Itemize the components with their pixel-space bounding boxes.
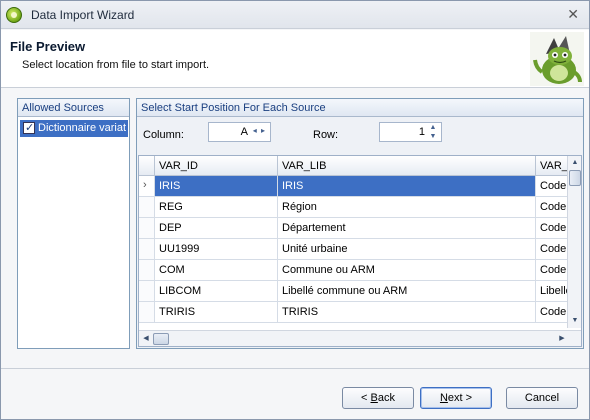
horizontal-scroll-thumb[interactable]: [153, 333, 169, 345]
next-button[interactable]: Next >: [420, 387, 492, 409]
wizard-window: Data Import Wizard ✕ File Preview Select…: [0, 0, 590, 420]
row-header: [139, 197, 155, 218]
table-cell[interactable]: TRIRIS: [278, 302, 536, 323]
table-cell[interactable]: Code: [536, 176, 569, 197]
row-header: [139, 302, 155, 323]
footer-separator: [1, 368, 589, 369]
vertical-scrollbar[interactable]: ▲ ▼: [567, 156, 581, 328]
allowed-sources-panel: Allowed Sources Dictionnaire variat: [17, 98, 130, 349]
grid-corner: [139, 156, 155, 176]
table-cell[interactable]: TRIRIS: [155, 302, 278, 323]
source-checkbox[interactable]: [23, 121, 35, 134]
table-cell[interactable]: Code: [536, 260, 569, 281]
table-cell[interactable]: Code: [536, 197, 569, 218]
row-indicator-icon: ›: [139, 176, 155, 197]
row-header: [139, 218, 155, 239]
back-button-prefix: <: [361, 392, 371, 404]
next-button-label: ext >: [447, 392, 473, 404]
table-cell[interactable]: DEP: [155, 218, 278, 239]
row-value: 1: [418, 126, 425, 138]
row-header: [139, 281, 155, 302]
table-cell[interactable]: Code: [536, 239, 569, 260]
allowed-sources-heading: Allowed Sources: [18, 99, 129, 117]
table-cell[interactable]: Libellé commune ou ARM: [278, 281, 536, 302]
table-cell[interactable]: LIBCOM: [155, 281, 278, 302]
cancel-button[interactable]: Cancel: [506, 387, 578, 409]
scroll-right-icon[interactable]: ▶: [556, 333, 568, 345]
page-subtitle: Select location from file to start impor…: [22, 59, 210, 71]
start-position-heading: Select Start Position For Each Source: [137, 99, 583, 117]
page-title: File Preview: [10, 39, 86, 54]
table-cell[interactable]: Région: [278, 197, 536, 218]
table-row[interactable]: DEP Département Code: [139, 218, 569, 239]
back-button-mnemonic: B: [370, 392, 378, 404]
table-cell[interactable]: IRIS: [278, 176, 536, 197]
table-cell[interactable]: Unité urbaine: [278, 239, 536, 260]
row-spinner[interactable]: 1 ▲ ▼: [379, 122, 442, 142]
table-row[interactable]: TRIRIS TRIRIS Code: [139, 302, 569, 323]
mascot-illustration: [530, 32, 584, 86]
column-spinner[interactable]: A ◂ ▸: [208, 122, 271, 142]
table-row[interactable]: REG Région Code: [139, 197, 569, 218]
row-header: [139, 239, 155, 260]
scroll-left-icon[interactable]: ◀: [140, 333, 152, 345]
table-cell[interactable]: UU1999: [155, 239, 278, 260]
window-title: Data Import Wizard: [31, 8, 135, 22]
table-row[interactable]: COM Commune ou ARM Code: [139, 260, 569, 281]
vertical-scroll-thumb[interactable]: [569, 170, 581, 186]
column-arrows-icon[interactable]: ◂ ▸: [253, 126, 266, 135]
horizontal-scrollbar[interactable]: ◀ ▶: [139, 330, 581, 346]
table-cell[interactable]: Département: [278, 218, 536, 239]
next-button-mnemonic: N: [439, 392, 448, 404]
back-button[interactable]: < Back: [342, 387, 414, 409]
row-updown-icon[interactable]: ▲ ▼: [428, 123, 438, 141]
column-header[interactable]: VAR_LIB: [278, 156, 536, 176]
table-cell[interactable]: COM: [155, 260, 278, 281]
source-item-label: Dictionnaire variat: [38, 122, 127, 134]
row-header: [139, 260, 155, 281]
app-logo-icon: [6, 7, 22, 23]
column-label: Column:: [143, 129, 184, 141]
wizard-header: File Preview Select location from file t…: [1, 30, 589, 88]
scroll-down-icon[interactable]: ▼: [569, 315, 581, 327]
title-bar: Data Import Wizard ✕: [1, 1, 589, 29]
back-button-label: ack: [377, 392, 395, 404]
table-cell[interactable]: IRIS: [155, 176, 278, 197]
preview-grid[interactable]: VAR_ID VAR_LIB VAR_ › IRIS IRIS Code REG…: [138, 155, 582, 347]
table-cell[interactable]: Commune ou ARM: [278, 260, 536, 281]
table-row[interactable]: LIBCOM Libellé commune ou ARM Libellé: [139, 281, 569, 302]
scroll-up-icon[interactable]: ▲: [569, 157, 581, 169]
table-row[interactable]: › IRIS IRIS Code: [139, 176, 569, 197]
source-item[interactable]: Dictionnaire variat: [20, 120, 128, 137]
table-cell[interactable]: REG: [155, 197, 278, 218]
table-cell[interactable]: Libellé: [536, 281, 569, 302]
table-cell[interactable]: Code: [536, 218, 569, 239]
table-row[interactable]: UU1999 Unité urbaine Code: [139, 239, 569, 260]
column-header[interactable]: VAR_: [536, 156, 569, 176]
column-value: A: [240, 126, 248, 138]
table-cell[interactable]: Code: [536, 302, 569, 323]
close-icon[interactable]: ✕: [567, 6, 579, 23]
start-position-panel: Select Start Position For Each Source Co…: [136, 98, 584, 349]
row-label: Row:: [313, 129, 339, 141]
column-header[interactable]: VAR_ID: [155, 156, 278, 176]
